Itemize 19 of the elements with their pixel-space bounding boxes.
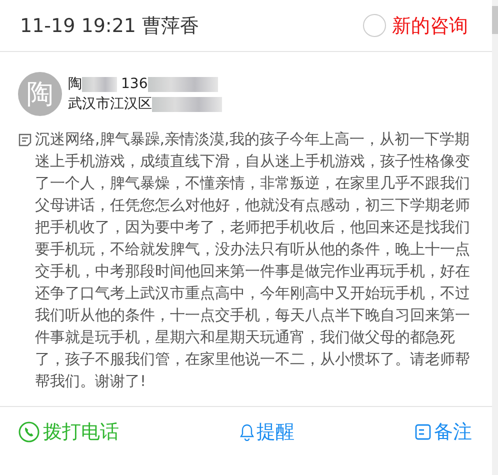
blurred-redaction bbox=[148, 76, 218, 92]
note-icon bbox=[415, 423, 431, 441]
call-button[interactable]: 拨打电话 bbox=[18, 415, 119, 449]
blurred-redaction bbox=[152, 96, 222, 112]
message-icon bbox=[18, 133, 32, 147]
header-datetime: 11-19 19:21 曹萍香 bbox=[20, 14, 200, 38]
message-text: 沉迷网络,脾气暴躁,亲情淡漠,我的孩子今年上高一，从初一下学期迷上手机游戏，成绩直线下滑，自从迷上手机游戏，孩子性格像变了一个人，脾气暴燥，不懂亲情，非常叛逆，在家里几乎不跟我们父母讲话，任凭您怎么对他好，他就没有点感动，初三下学期老师把手机收了，因为要中考了，老师把手机收后，他回来还是找我们要手机玩，不给就发脾气，没办法只有听从他的条件，晚上十一点交手机，中考那段时间他回来第一件事是做完作业再玩手机，好在还争了口气考上武汉市重点高中，今年刚高中又开始玩手机，不过我们听从他的条件，十一点交手机，每天八点半下晚自习回来第一件事就是玩手机，星期六和星期天玩通宵，我们做父母的都急死了，孩子不服我们管，在家里他说一不二，从小惯坏了。请老师帮帮我们。谢谢了! bbox=[35, 129, 470, 392]
phone-icon bbox=[18, 421, 40, 443]
blurred-redaction bbox=[82, 76, 117, 92]
status-label: 新的咨询 bbox=[392, 14, 468, 38]
note-button[interactable]: 备注 bbox=[415, 415, 472, 449]
scrollbar[interactable] bbox=[492, 0, 498, 475]
remind-button[interactable]: 提醒 bbox=[240, 415, 294, 449]
contact-name: 陶 bbox=[68, 75, 82, 93]
status-radio[interactable] bbox=[363, 14, 386, 37]
contact-address: 武汉市江汉区 bbox=[68, 95, 152, 113]
bell-icon bbox=[240, 423, 254, 441]
contact-phone: 136 bbox=[121, 76, 148, 92]
avatar: 陶 bbox=[18, 72, 62, 116]
